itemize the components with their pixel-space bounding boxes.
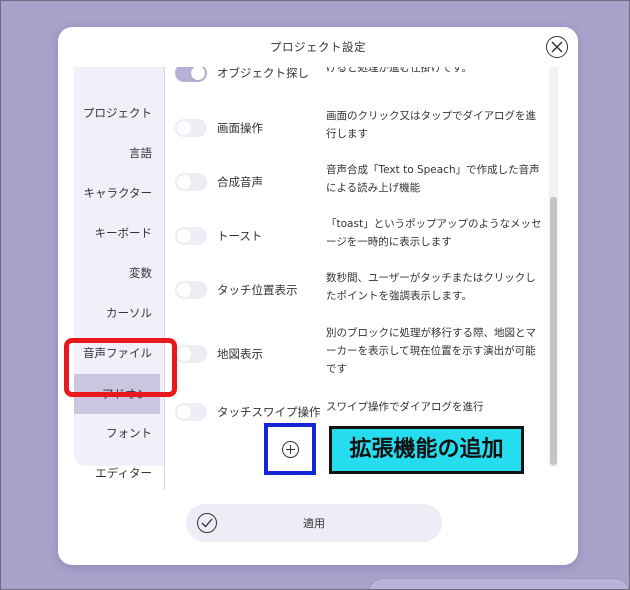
addon-toggle[interactable] <box>175 119 207 137</box>
dialog-title: プロジェクト設定 <box>270 40 366 54</box>
addon-toggle[interactable] <box>175 403 207 421</box>
addon-list-scrollbar[interactable] <box>549 67 558 467</box>
scrollbar-thumb[interactable] <box>550 197 557 465</box>
addon-toggle[interactable] <box>175 67 207 82</box>
sidebar-item-character[interactable]: キャラクター <box>74 173 164 213</box>
project-settings-dialog: プロジェクト設定 プロジェクト 言語 キャラクター キーボード 変数 カーソル … <box>58 27 578 565</box>
close-button[interactable] <box>546 36 568 58</box>
addon-description: スワイプ操作でダイアログを進行 <box>326 401 484 413</box>
addon-name: 合成音声 <box>217 175 263 189</box>
sidebar-item-keyboard[interactable]: キーボード <box>74 213 164 253</box>
close-icon <box>551 41 563 53</box>
apply-label: 適用 <box>303 517 325 530</box>
addon-description: 「toast」というポップアップのようなメッセージを一時的に表示します <box>326 218 542 248</box>
apply-button[interactable]: 適用 <box>186 504 442 542</box>
addon-name: オブジェクト探し <box>217 67 309 80</box>
addon-list: オブジェクト探し けると処理が進む仕掛けです。 画面操作 画面のクリック又はタッ… <box>165 67 550 469</box>
annotation-callout: 拡張機能の追加 <box>329 426 524 474</box>
addon-toggle[interactable] <box>175 345 207 363</box>
addon-toggle[interactable] <box>175 227 207 245</box>
sidebar-item-cursor[interactable]: カーソル <box>74 293 164 333</box>
sidebar-item-addons[interactable]: アドオン <box>74 374 160 414</box>
addon-description: 画面のクリック又はタップでダイアログを進行します <box>326 110 536 140</box>
addon-name: タッチスワイプ操作 <box>217 405 321 419</box>
sidebar-item-editor[interactable]: エディター <box>74 453 164 493</box>
addon-name: 画面操作 <box>217 121 263 135</box>
add-addon-button[interactable] <box>264 423 316 475</box>
addon-description: けると処理が進む仕掛けです。 <box>326 67 472 74</box>
addon-description: 別のブロックに処理が移行する際、地図とマーカーを表示して現在位置を示す演出が可能… <box>326 327 536 375</box>
addon-toggle[interactable] <box>175 173 207 191</box>
addon-name: タッチ位置表示 <box>217 283 298 297</box>
sidebar-item-language[interactable]: 言語 <box>74 133 164 173</box>
addon-description: 音声合成「Text to Speach」で作成した音声 による読み上げ機能 <box>326 164 540 194</box>
sidebar-item-project[interactable]: プロジェクト <box>74 93 164 133</box>
plus-circle-icon <box>282 441 299 458</box>
addon-description: 数秒間、ユーザーがタッチまたはクリックしたポイントを強調表示します。 <box>326 272 536 302</box>
addon-name: トースト <box>217 229 263 243</box>
sidebar-item-variables[interactable]: 変数 <box>74 253 164 293</box>
sidebar-item-fonts[interactable]: フォント <box>74 413 164 453</box>
sidebar-item-audio-files[interactable]: 音声ファイル <box>74 333 164 373</box>
settings-sidebar: プロジェクト 言語 キャラクター キーボード 変数 カーソル 音声ファイル アド… <box>74 67 164 480</box>
addon-toggle[interactable] <box>175 281 207 299</box>
addon-name: 地図表示 <box>217 347 263 361</box>
background-pill <box>368 578 630 590</box>
